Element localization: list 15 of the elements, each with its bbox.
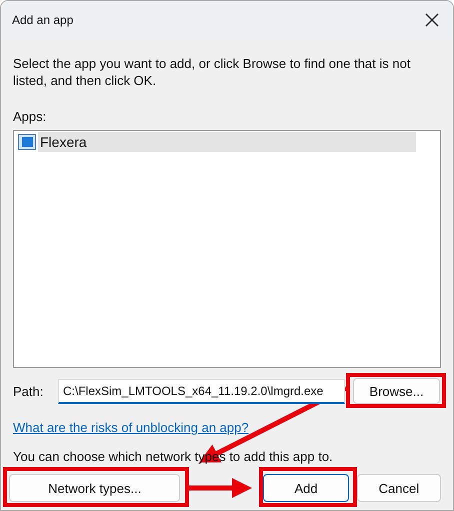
dialog-button[interactable]: Network types... (9, 474, 180, 502)
window-icon (18, 134, 36, 150)
app-list-item[interactable]: Flexera (38, 132, 416, 152)
arrow (189, 478, 252, 498)
apps-list[interactable]: Flexera (13, 130, 441, 368)
help-link[interactable]: What are the risks of unblocking an app? (13, 420, 249, 435)
browse-button[interactable]: Browse... (353, 378, 440, 404)
dialog-button[interactable]: Cancel (356, 474, 441, 502)
path-label: Path: (13, 384, 44, 398)
dialog-button[interactable]: Add (263, 474, 349, 502)
instruction-text: Select the app you want to add, or click Browse to find one that is not listed, and then click OK. (13, 55, 412, 89)
close-icon[interactable] (425, 13, 439, 27)
apps-label: Apps: (13, 109, 48, 124)
window-title: Add an app (12, 13, 74, 27)
path-field[interactable]: C:\FlexSim_LMTOOLS_x64_11.19.2.0\lmgrd.exe (58, 378, 345, 404)
